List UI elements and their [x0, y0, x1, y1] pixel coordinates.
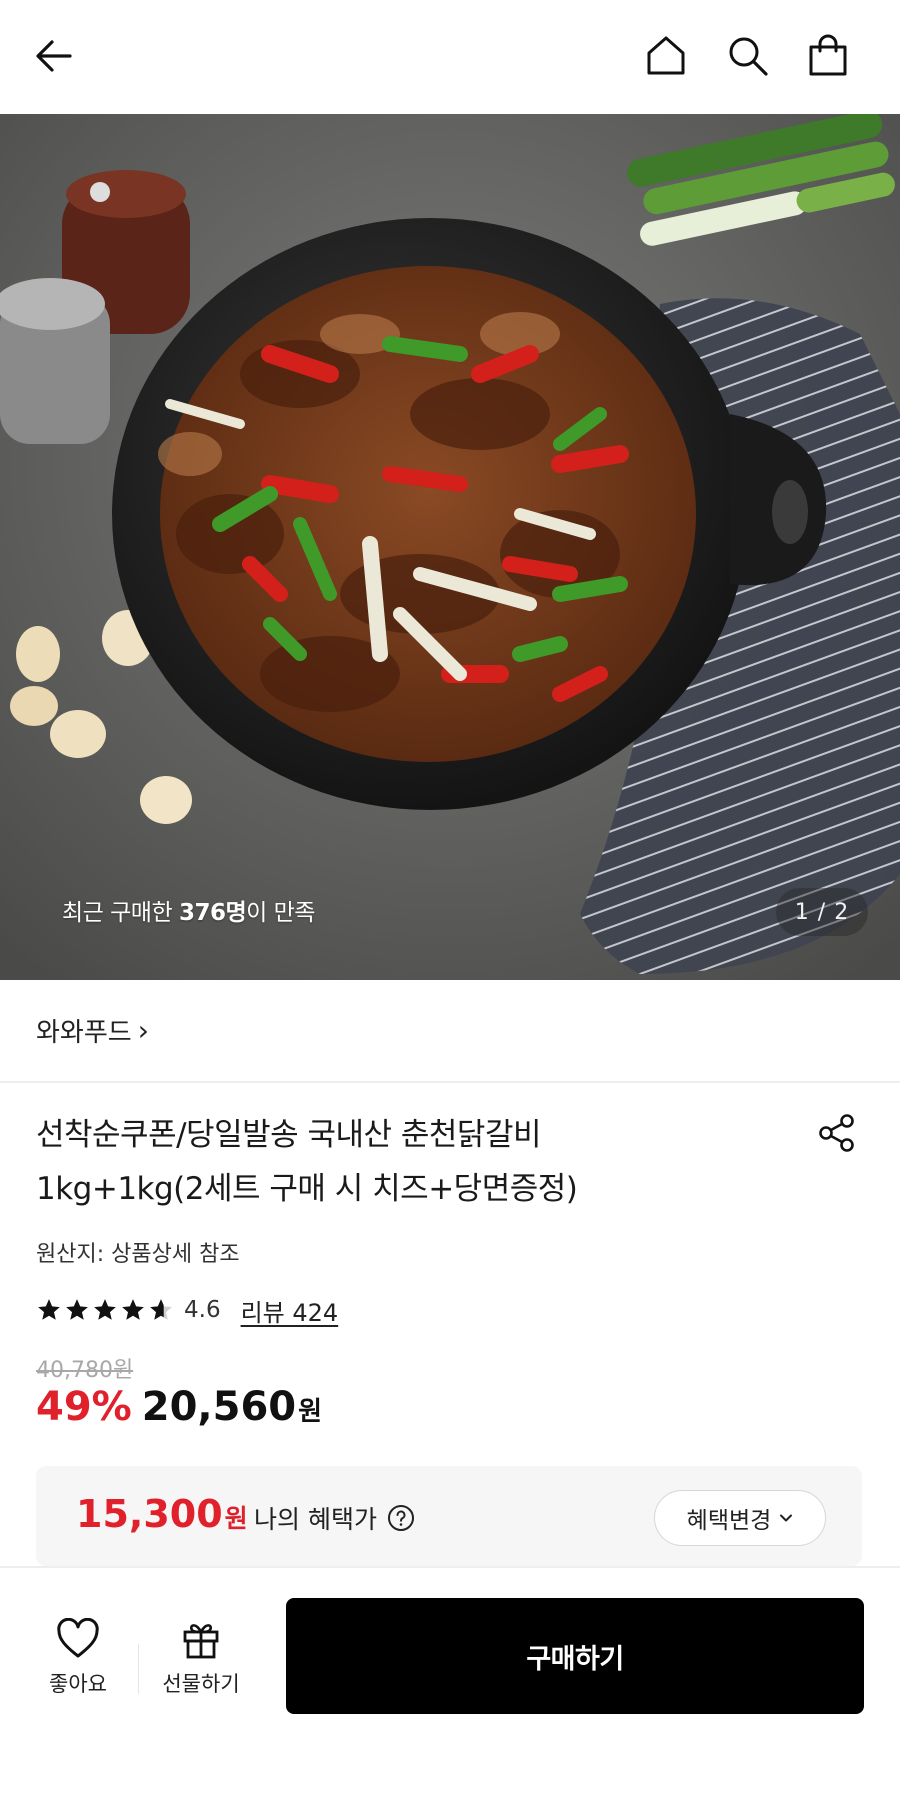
product-title-line-2: 1kg+1kg(2세트 구매 시 치즈+당면증정) — [36, 1171, 578, 1207]
brand-link[interactable]: 와와푸드 › — [36, 1012, 149, 1049]
satisfaction-suffix: 이 만족 — [246, 900, 315, 926]
price-row: 49% 20,560 원 — [36, 1384, 322, 1430]
benefit-price-unit: 원 — [224, 1504, 248, 1533]
buy-button[interactable]: 구매하기 — [286, 1598, 864, 1714]
heart-icon — [57, 1618, 99, 1658]
product-image-carousel[interactable]: 최근 구매한 376명이 만족 1 / 2 — [0, 114, 900, 980]
benefit-label: 나의 혜택가 — [254, 1500, 415, 1536]
sale-price-unit: 원 — [298, 1397, 323, 1427]
change-benefit-button[interactable]: 혜택변경 — [654, 1490, 826, 1546]
like-label: 좋아요 — [49, 1672, 107, 1696]
star-rating — [36, 1297, 174, 1323]
share-icon[interactable] — [812, 1108, 862, 1158]
image-pager: 1 / 2 — [776, 888, 868, 936]
half-star-icon — [150, 1299, 172, 1320]
shopping-bag-icon[interactable] — [802, 30, 854, 82]
satisfaction-caption: 최근 구매한 376명이 만족 — [62, 893, 315, 927]
like-button[interactable]: 좋아요 — [38, 1618, 118, 1698]
bottom-action-bar: 좋아요 선물하기 구매하기 — [0, 1566, 900, 1817]
benefit-price-box: 15,300 원 나의 혜택가 혜택변경 — [36, 1466, 862, 1566]
home-icon[interactable] — [640, 30, 692, 82]
benefit-price: 15,300 원 — [76, 1492, 248, 1536]
top-app-bar — [0, 0, 900, 114]
product-photo — [0, 114, 900, 980]
product-title-line-1: 선착순쿠폰/당일발송 국내산 춘천닭갈비 — [36, 1117, 542, 1153]
star-icon — [94, 1299, 116, 1320]
benefit-label-text: 나의 혜택가 — [254, 1505, 377, 1534]
bottom-bar-separator — [138, 1644, 139, 1694]
benefit-price-value: 15,300 — [76, 1492, 223, 1536]
star-icon — [66, 1299, 88, 1320]
gift-label: 선물하기 — [162, 1672, 240, 1696]
satisfaction-prefix: 최근 구매한 — [62, 900, 179, 926]
help-icon[interactable] — [387, 1504, 415, 1532]
chevron-right-icon: › — [137, 1014, 149, 1047]
original-price: 40,780원 — [36, 1358, 134, 1383]
search-icon[interactable] — [722, 30, 774, 82]
discount-rate: 49% — [36, 1384, 132, 1430]
section-divider — [0, 1081, 900, 1083]
product-title: 선착순쿠폰/당일발송 국내산 춘천닭갈비 1kg+1kg(2세트 구매 시 치즈… — [36, 1108, 796, 1216]
rating-row: 4.6 리뷰 424 — [36, 1292, 338, 1328]
review-count-link[interactable]: 리뷰 424 — [241, 1293, 339, 1328]
origin-info: 원산지: 상품상세 참조 — [36, 1242, 240, 1267]
star-icon — [122, 1299, 144, 1320]
back-arrow-icon[interactable] — [28, 30, 80, 82]
chevron-down-icon — [780, 1514, 793, 1522]
star-icon — [38, 1299, 60, 1320]
brand-name: 와와푸드 — [36, 1018, 132, 1048]
rating-value: 4.6 — [184, 1297, 221, 1323]
gift-button[interactable]: 선물하기 — [150, 1618, 252, 1698]
gift-icon — [183, 1624, 219, 1659]
change-benefit-label: 혜택변경 — [686, 1508, 772, 1534]
satisfaction-count: 376명 — [178, 900, 247, 926]
sale-price: 20,560 — [141, 1384, 297, 1430]
